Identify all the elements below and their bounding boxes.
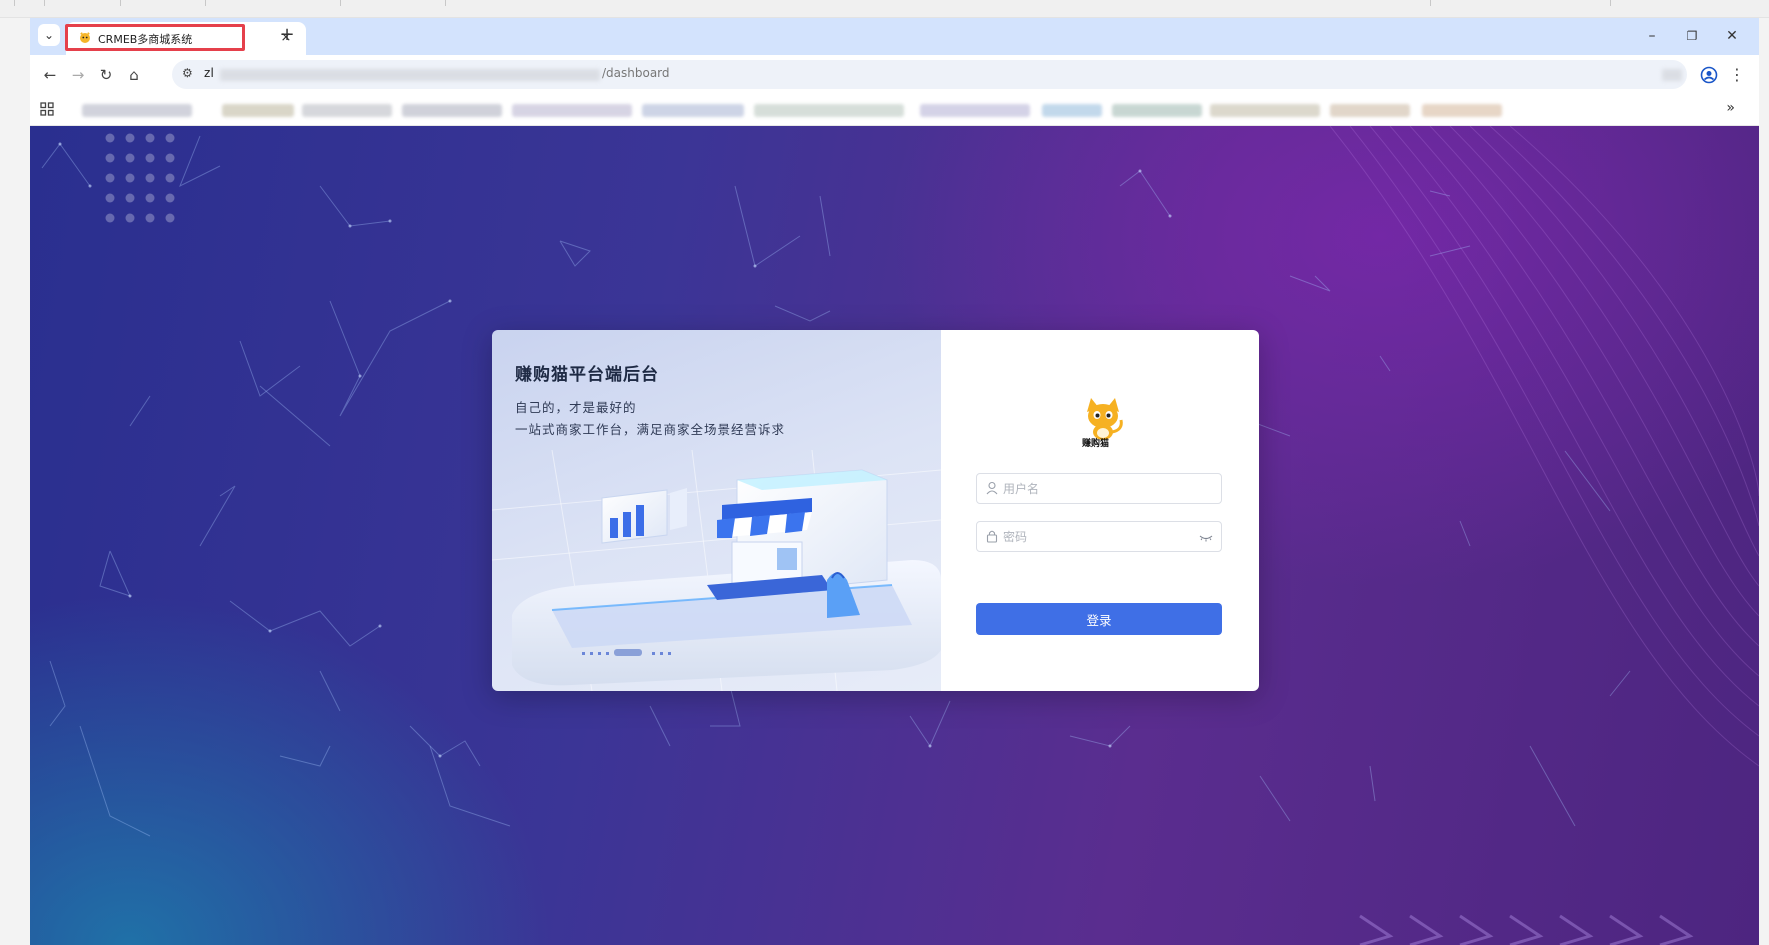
platform-title: 赚购猫平台端后台 [515, 365, 659, 385]
site-settings-icon[interactable]: ⚙ [182, 66, 193, 80]
left-gutter [0, 18, 30, 945]
host-window-strip [0, 0, 1769, 18]
logo-caption: 赚购猫 [1082, 439, 1110, 449]
back-icon[interactable]: ← [38, 63, 62, 87]
tab-bar: ⌄ CRMEB多商城系统 × + – ❐ ✕ [30, 18, 1759, 55]
apps-grid-icon[interactable] [40, 102, 56, 118]
store-illustration [492, 450, 941, 691]
browser-window: ⌄ CRMEB多商城系统 × + – ❐ ✕ ← → ↻ ⌂ ⚙ zl /das… [30, 18, 1759, 945]
screen: ⌄ CRMEB多商城系统 × + – ❐ ✕ ← → ↻ ⌂ ⚙ zl /das… [0, 0, 1769, 945]
bookmark-item[interactable] [512, 104, 632, 117]
address-bar[interactable]: ⚙ zl /dashboard [172, 60, 1687, 89]
reload-icon[interactable]: ↻ [94, 63, 118, 87]
browser-toolbar: ← → ↻ ⌂ ⚙ zl /dashboard ⋮ [30, 55, 1759, 94]
bookmark-item[interactable] [222, 104, 294, 117]
tab-search-chevron-icon[interactable]: ⌄ [38, 24, 60, 46]
blurred-url [220, 69, 600, 81]
blurred-omnibox-icon [1662, 69, 1682, 81]
forward-icon[interactable]: → [66, 63, 90, 87]
bookmark-item[interactable] [920, 104, 1030, 117]
bookmarks-more-icon[interactable]: » [1726, 100, 1735, 116]
minimize-icon[interactable]: – [1635, 24, 1669, 48]
password-input[interactable] [1003, 527, 1193, 547]
new-tab-button[interactable]: + [276, 25, 298, 47]
bookmark-item[interactable] [402, 104, 502, 117]
bookmark-item[interactable] [302, 104, 392, 117]
login-button[interactable]: 登录 [976, 603, 1222, 635]
bookmark-item[interactable] [1330, 104, 1410, 117]
login-page: 赚购猫平台端后台 自己的，才是最好的 一站式商家工作台，满足商家全场景经营诉求 [30, 126, 1759, 945]
tab-title: CRMEB多商城系统 [98, 33, 193, 46]
bookmark-item[interactable] [1422, 104, 1502, 117]
cat-logo-icon [78, 31, 92, 45]
bookmark-item[interactable] [642, 104, 744, 117]
bookmarks-bar: » [30, 94, 1759, 126]
active-tab[interactable]: CRMEB多商城系统 × [66, 22, 306, 55]
bookmark-item[interactable] [82, 104, 192, 117]
bookmark-item[interactable] [1112, 104, 1202, 117]
restore-icon[interactable]: ❐ [1675, 24, 1709, 48]
menu-kebab-icon[interactable]: ⋮ [1726, 64, 1748, 86]
bookmark-item[interactable] [1042, 104, 1102, 117]
platform-slogan: 自己的，才是最好的 [515, 400, 637, 415]
user-icon [986, 481, 998, 495]
address-url-start: zl [204, 66, 215, 80]
platform-description: 一站式商家工作台，满足商家全场景经营诉求 [515, 422, 786, 437]
profile-icon[interactable] [1698, 64, 1720, 86]
login-form-panel: 赚购猫 登录 [941, 330, 1259, 691]
password-field[interactable] [976, 521, 1222, 552]
login-card: 赚购猫平台端后台 自己的，才是最好的 一站式商家工作台，满足商家全场景经营诉求 [492, 330, 1259, 691]
close-window-icon[interactable]: ✕ [1715, 24, 1749, 48]
home-icon[interactable]: ⌂ [122, 63, 146, 87]
username-field[interactable] [976, 473, 1222, 504]
username-input[interactable] [1003, 479, 1193, 499]
address-url-end: /dashboard [602, 66, 670, 80]
lock-icon [986, 530, 998, 543]
bookmark-item[interactable] [754, 104, 904, 117]
eye-closed-icon[interactable] [1199, 530, 1213, 544]
bookmark-item[interactable] [1210, 104, 1320, 117]
login-promo-panel: 赚购猫平台端后台 自己的，才是最好的 一站式商家工作台，满足商家全场景经营诉求 [492, 330, 941, 691]
